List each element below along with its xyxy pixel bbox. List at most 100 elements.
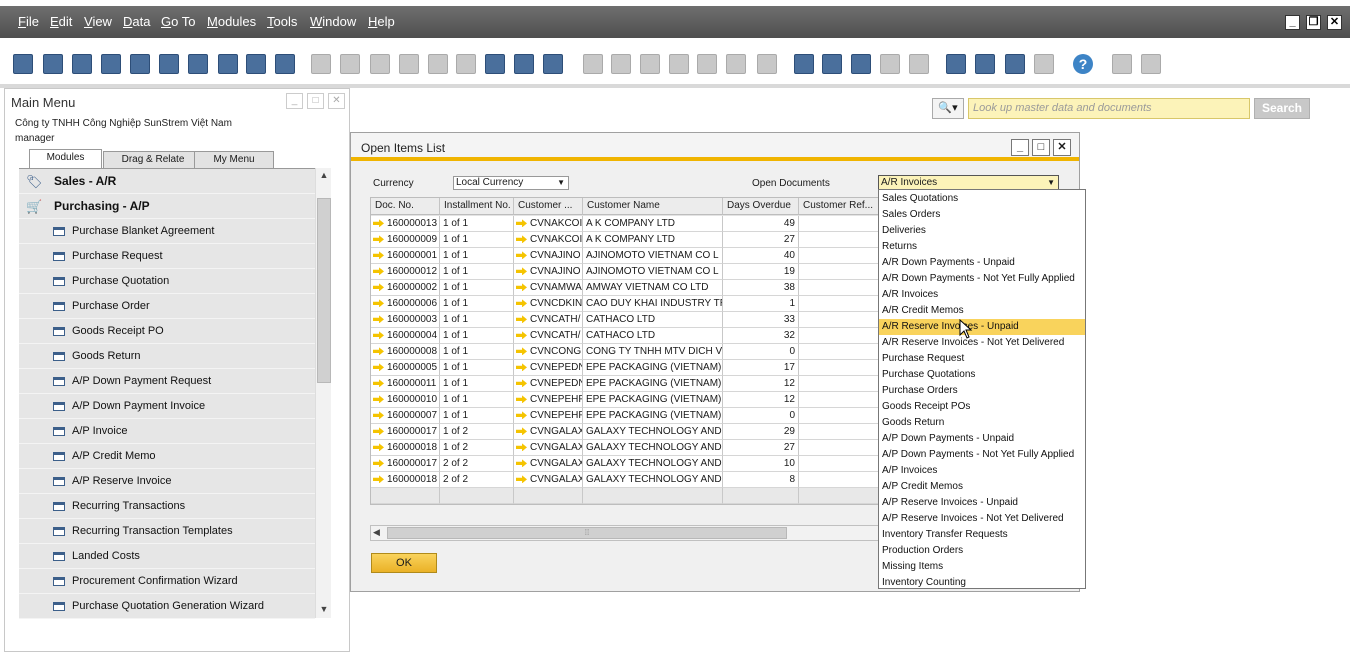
menu-item[interactable]: Recurring Transaction Templates — [19, 519, 315, 544]
word-icon[interactable] — [188, 54, 208, 74]
dropdown-option[interactable]: Production Orders — [879, 543, 1085, 559]
previous-record-icon[interactable] — [399, 54, 419, 74]
menu-data[interactable]: Data — [123, 14, 150, 29]
dropdown-option[interactable]: A/P Reserve Invoices - Not Yet Delivered — [879, 511, 1085, 527]
link-arrow-icon[interactable] — [373, 411, 384, 420]
menu-file[interactable]: File — [18, 14, 39, 29]
add-icon[interactable] — [340, 54, 360, 74]
first-record-icon[interactable] — [370, 54, 390, 74]
menu-item[interactable]: A/P Down Payment Request — [19, 369, 315, 394]
base-document-icon[interactable] — [583, 54, 603, 74]
edit-form-icon[interactable] — [794, 54, 814, 74]
journal-icon[interactable] — [757, 54, 777, 74]
menu-help[interactable]: Help — [368, 14, 395, 29]
menu-item[interactable]: Purchase Quotation Generation Wizard — [19, 594, 315, 619]
ok-button[interactable]: OK — [371, 553, 437, 573]
scroll-left-icon[interactable]: ◀ — [373, 527, 380, 538]
dropdown-option[interactable]: Missing Items — [879, 559, 1085, 575]
link-arrow-icon[interactable] — [516, 443, 527, 452]
link-arrow-icon[interactable] — [516, 219, 527, 228]
menu-view[interactable]: View — [84, 14, 112, 29]
move-icon[interactable] — [246, 54, 266, 74]
link-arrow-icon[interactable] — [516, 235, 527, 244]
print-icon[interactable] — [43, 54, 63, 74]
minimize-icon[interactable]: _ — [1011, 139, 1029, 156]
refresh-icon[interactable] — [485, 54, 505, 74]
menu-item[interactable]: Landed Costs — [19, 544, 315, 569]
link-arrow-icon[interactable] — [373, 299, 384, 308]
maximize-icon[interactable]: □ — [1032, 139, 1050, 156]
link-arrow-icon[interactable] — [516, 283, 527, 292]
settings-icon[interactable] — [851, 54, 871, 74]
dropdown-option[interactable]: Sales Orders — [879, 207, 1085, 223]
scrollbar-thumb[interactable] — [317, 198, 331, 383]
customize-icon[interactable] — [1112, 54, 1132, 74]
link-arrow-icon[interactable] — [516, 395, 527, 404]
dropdown-option[interactable]: Purchase Quotations — [879, 367, 1085, 383]
link-arrow-icon[interactable] — [373, 347, 384, 356]
menu-item[interactable]: A/P Down Payment Invoice — [19, 394, 315, 419]
menu-item[interactable]: Goods Return — [19, 344, 315, 369]
column-header[interactable]: Days Overdue — [723, 198, 799, 215]
dropdown-option[interactable]: A/R Reserve Invoices - Unpaid — [879, 319, 1085, 335]
menu-item[interactable]: A/P Invoice — [19, 419, 315, 444]
link-arrow-icon[interactable] — [516, 267, 527, 276]
link-arrow-icon[interactable] — [516, 251, 527, 260]
link-arrow-icon[interactable] — [516, 427, 527, 436]
link-arrow-icon[interactable] — [373, 235, 384, 244]
link-arrow-icon[interactable] — [373, 219, 384, 228]
menu-item[interactable]: A/P Reserve Invoice — [19, 469, 315, 494]
structure-icon[interactable] — [1034, 54, 1054, 74]
module-item[interactable]: 🏷 Sales - A/R — [19, 169, 315, 194]
menu-item[interactable]: A/P Credit Memo — [19, 444, 315, 469]
link-arrow-icon[interactable] — [373, 331, 384, 340]
link-arrow-icon[interactable] — [373, 267, 384, 276]
menu-item[interactable]: Procurement Confirmation Wizard — [19, 569, 315, 594]
email-icon[interactable] — [72, 54, 92, 74]
dropdown-option[interactable]: Returns — [879, 239, 1085, 255]
menu-tools[interactable]: Tools — [267, 14, 297, 29]
filter-icon[interactable] — [514, 54, 534, 74]
menu-item[interactable]: Purchase Quotation — [19, 269, 315, 294]
menu-item[interactable]: Purchase Order — [19, 294, 315, 319]
search-button[interactable]: Search — [1254, 98, 1310, 119]
menu-window[interactable]: Window — [310, 14, 356, 29]
link-arrow-icon[interactable] — [516, 315, 527, 324]
query-icon[interactable] — [1141, 54, 1161, 74]
calendar-icon[interactable] — [1005, 54, 1025, 74]
dropdown-option[interactable]: Inventory Counting — [879, 575, 1085, 591]
scroll-down-icon[interactable]: ▼ — [318, 604, 330, 616]
dropdown-option[interactable]: A/P Down Payments - Unpaid — [879, 431, 1085, 447]
link-arrow-icon[interactable] — [516, 379, 527, 388]
fax-icon[interactable] — [130, 54, 150, 74]
menu-item[interactable]: Goods Receipt PO — [19, 319, 315, 344]
dropdown-option[interactable]: A/R Reserve Invoices - Not Yet Delivered — [879, 335, 1085, 351]
link-arrow-icon[interactable] — [373, 427, 384, 436]
link-arrow-icon[interactable] — [373, 395, 384, 404]
dropdown-option[interactable]: A/P Reserve Invoices - Unpaid — [879, 495, 1085, 511]
menu-item[interactable]: Purchase Blanket Agreement — [19, 219, 315, 244]
dropdown-option[interactable]: Goods Receipt POs — [879, 399, 1085, 415]
close-icon[interactable]: ✕ — [328, 93, 345, 109]
scroll-up-icon[interactable]: ▲ — [318, 170, 330, 182]
help-icon[interactable]: ? — [1073, 54, 1093, 74]
link-arrow-icon[interactable] — [373, 475, 384, 484]
dropdown-option[interactable]: Goods Return — [879, 415, 1085, 431]
restore-button[interactable]: ❐ — [1306, 15, 1321, 30]
dropdown-option[interactable]: Purchase Orders — [879, 383, 1085, 399]
link-arrow-icon[interactable] — [373, 379, 384, 388]
link-arrow-icon[interactable] — [373, 251, 384, 260]
link-arrow-icon[interactable] — [516, 363, 527, 372]
alerts-icon[interactable] — [909, 54, 929, 74]
link-arrow-icon[interactable] — [516, 347, 527, 356]
column-header[interactable]: Customer Name — [583, 198, 723, 215]
gross-profit-icon[interactable] — [640, 54, 660, 74]
maximize-icon[interactable]: □ — [307, 93, 324, 109]
link-arrow-icon[interactable] — [373, 459, 384, 468]
close-icon[interactable]: ✕ — [1053, 139, 1071, 156]
horizontal-scrollbar[interactable]: ◀ ⁞⁞ — [370, 525, 880, 541]
dropdown-option[interactable]: Sales Quotations — [879, 191, 1085, 207]
link-arrow-icon[interactable] — [516, 411, 527, 420]
menu-item[interactable]: Purchase Request — [19, 244, 315, 269]
dropdown-option[interactable]: A/R Down Payments - Not Yet Fully Applie… — [879, 271, 1085, 287]
